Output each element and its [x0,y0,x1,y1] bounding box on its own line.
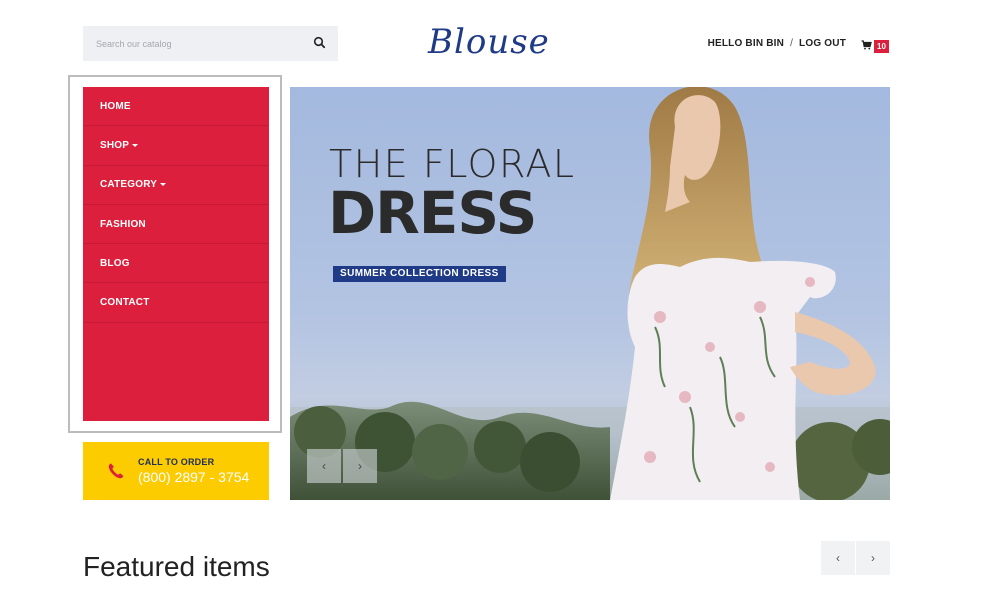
slide-tag[interactable]: SUMMER COLLECTION DRESS [333,266,506,282]
caret-down-icon [132,143,139,147]
featured-items-title: Featured items [83,551,270,582]
menu-item-label: CONTACT [100,297,150,309]
menu-item-contact[interactable]: CONTACT [83,283,269,323]
caret-down-icon [160,183,167,187]
chevron-left-icon: ‹ [836,551,840,565]
search-input[interactable] [83,26,303,61]
slider-next-button[interactable]: › [343,449,377,483]
menu-item-category[interactable]: CATEGORY [83,166,269,205]
chevron-left-icon: ‹ [322,459,326,473]
menu-item-home[interactable]: HOME [83,87,269,127]
menu-item-label: CATEGORY [100,179,158,191]
hero-slider: THE FLORAL DRESS SUMMER COLLECTION DRESS… [290,87,890,500]
search-box [83,26,338,61]
menu-item-label: FASHION [100,218,146,230]
cart-button[interactable]: 10 [861,37,889,55]
call-label: CALL TO ORDER [138,457,215,467]
greeting-link[interactable]: HELLO BIN BIN [708,38,785,49]
cart-count-badge: 10 [874,39,889,53]
chevron-right-icon: › [871,551,875,565]
menu-item-blog[interactable]: BLOG [83,244,269,284]
menu-item-label: BLOG [100,257,130,269]
slider-prev-button[interactable]: ‹ [307,449,341,483]
slide-title-line2: DRESS [328,179,537,247]
phone-icon [107,462,125,480]
call-to-order-box: CALL TO ORDER (800) 2897 - 3754 [83,442,269,500]
account-links: HELLO BIN BIN / LOG OUT [708,38,846,49]
featured-next-button[interactable]: › [856,541,890,575]
main-menu: HOME SHOP CATEGORY FASHION BLOG CONTACT [83,87,269,421]
menu-item-label: SHOP [100,139,130,151]
chevron-right-icon: › [358,459,362,473]
search-icon[interactable] [312,35,328,51]
site-logo[interactable]: Blouse [428,22,550,62]
menu-item-label: HOME [100,100,131,112]
account-separator: / [790,38,794,49]
call-number[interactable]: (800) 2897 - 3754 [138,469,249,485]
menu-item-shop[interactable]: SHOP [83,126,269,166]
menu-item-fashion[interactable]: FASHION [83,205,269,245]
cart-icon [861,37,872,55]
logout-link[interactable]: LOG OUT [799,38,846,49]
featured-prev-button[interactable]: ‹ [821,541,855,575]
